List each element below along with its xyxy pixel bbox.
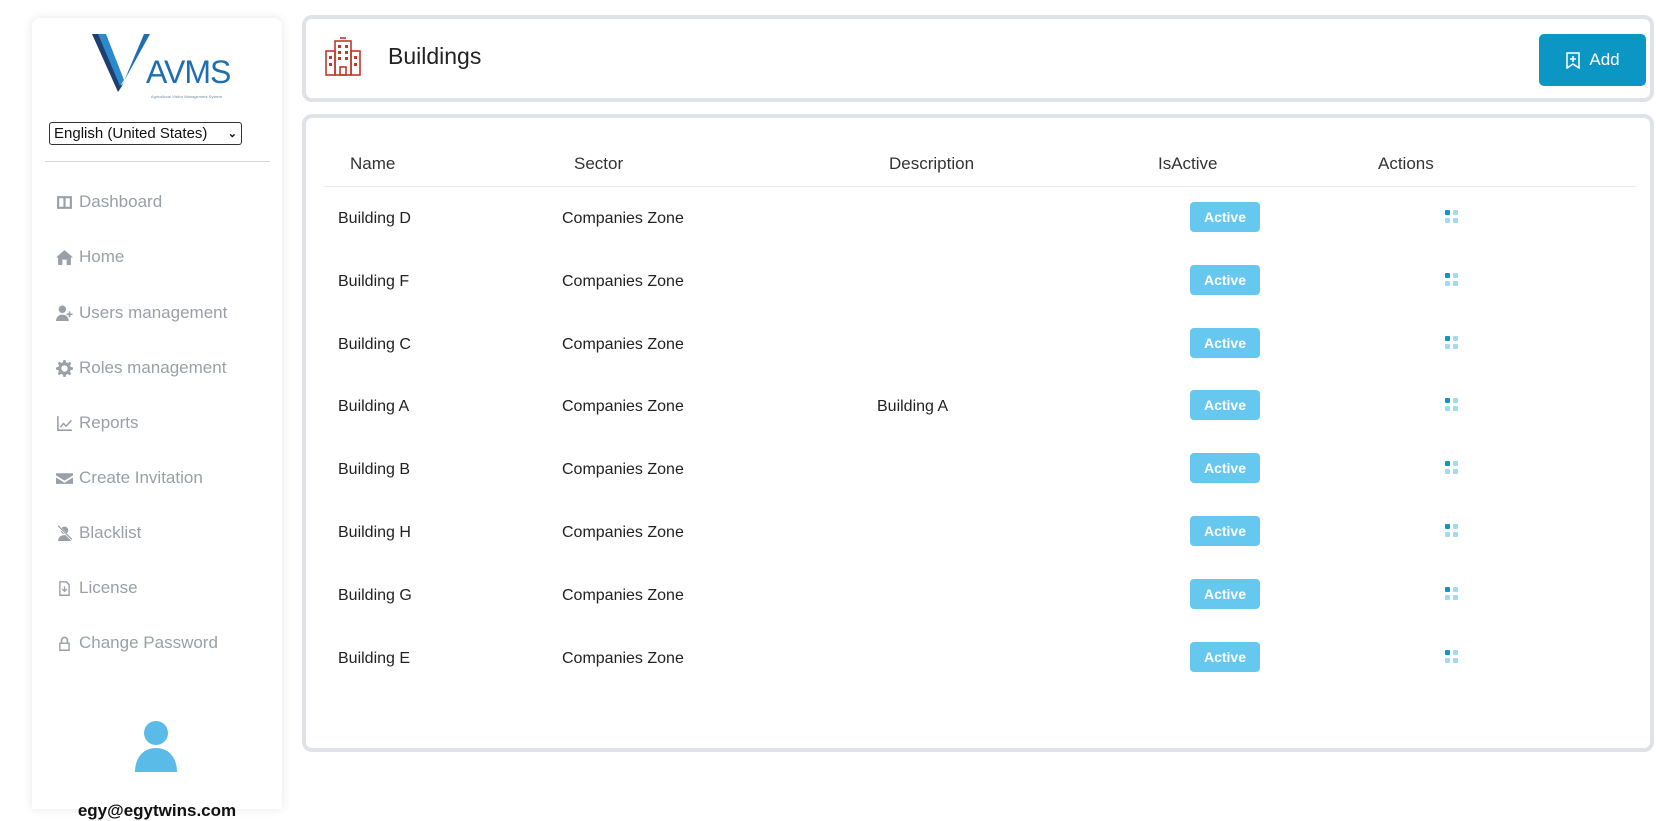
- sidebar-item-label: License: [79, 578, 138, 597]
- table-header-divider: [324, 186, 1636, 187]
- table-row: Building D Companies Zone Active: [306, 200, 1646, 240]
- building-icon: [325, 37, 361, 76]
- user-plus-icon: [56, 305, 73, 321]
- user-email: egy@egytwins.com: [77, 801, 237, 820]
- status-badge: Active: [1190, 516, 1260, 546]
- home-icon: [56, 249, 73, 265]
- chevron-down-icon: ⌄: [227, 128, 237, 140]
- status-badge: Active: [1190, 642, 1260, 672]
- cell-sector: Companies Zone: [562, 398, 684, 415]
- avms-logo: AVMS Agricultural Visitor Management Sys…: [92, 30, 231, 110]
- chart-line-icon: [57, 415, 72, 431]
- sidebar-item-label: Create Invitation: [79, 468, 203, 487]
- actions-menu-icon[interactable]: [1444, 397, 1460, 413]
- avatar-icon: [135, 721, 177, 772]
- sidebar-item-label: Users management: [79, 303, 228, 322]
- actions-menu-icon[interactable]: [1444, 460, 1460, 476]
- cell-name: Building E: [338, 650, 411, 667]
- language-select[interactable]: English (United States) ⌄: [49, 122, 242, 145]
- language-select-value: English (United States): [54, 125, 208, 142]
- cell-sector: Companies Zone: [562, 650, 684, 667]
- gear-icon: [56, 359, 73, 377]
- column-header-name[interactable]: Name: [350, 154, 395, 174]
- sidebar-item-label: Blacklist: [79, 523, 142, 542]
- cell-name: Building F: [338, 273, 410, 290]
- status-badge: Active: [1190, 390, 1260, 420]
- cell-sector: Companies Zone: [562, 273, 684, 290]
- actions-menu-icon[interactable]: [1444, 649, 1460, 665]
- logo-v-mark: [92, 34, 150, 92]
- status-badge: Active: [1190, 328, 1260, 358]
- table-row: Building B Companies Zone Active: [306, 451, 1646, 491]
- sidebar-item-label: Reports: [79, 413, 139, 432]
- column-header-actions: Actions: [1378, 154, 1434, 173]
- bookmark-plus-icon: [1566, 51, 1581, 69]
- sidebar-divider: [45, 161, 270, 162]
- table-row: Building E Companies Zone Active: [306, 640, 1646, 680]
- cell-name: Building G: [338, 587, 412, 604]
- actions-menu-icon[interactable]: [1444, 335, 1460, 351]
- actions-menu-icon[interactable]: [1444, 272, 1460, 288]
- file-download-icon: [59, 580, 70, 596]
- dashboard-icon: [57, 195, 72, 209]
- cell-sector: Companies Zone: [562, 461, 684, 478]
- cell-name: Building C: [338, 336, 411, 353]
- sidebar-item-change-password[interactable]: Change Password: [56, 631, 218, 655]
- sidebar-item-users-management[interactable]: Users management: [56, 301, 227, 325]
- status-badge: Active: [1190, 265, 1260, 295]
- sidebar-item-blacklist[interactable]: Blacklist: [56, 521, 141, 545]
- sidebar-item-create-invitation[interactable]: Create Invitation: [56, 466, 203, 490]
- cell-sector: Companies Zone: [562, 210, 684, 227]
- cell-name: Building B: [338, 461, 411, 478]
- sidebar: AVMS Agricultural Visitor Management Sys…: [32, 18, 282, 820]
- sidebar-item-label: Dashboard: [79, 192, 163, 211]
- page-header: Buildings Add: [302, 15, 1654, 102]
- envelope-icon: [56, 472, 73, 484]
- user-slash-icon: [57, 524, 73, 541]
- cell-sector: Companies Zone: [562, 524, 684, 541]
- sidebar-item-home[interactable]: Home: [56, 245, 124, 269]
- logo-tagline: Agricultural Visitor Management System: [150, 94, 222, 99]
- cell-name: Building A: [338, 398, 410, 415]
- column-header-sector[interactable]: Sector: [574, 154, 623, 174]
- sidebar-item-dashboard[interactable]: Dashboard: [56, 190, 162, 214]
- cell-sector: Companies Zone: [562, 587, 684, 604]
- add-button-label: Add: [1589, 50, 1620, 69]
- sidebar-item-reports[interactable]: Reports: [56, 411, 139, 435]
- table-row: Building F Companies Zone Active: [306, 263, 1646, 303]
- column-header-isactive[interactable]: IsActive: [1158, 154, 1218, 174]
- logo-text: AVMS: [146, 54, 231, 90]
- actions-menu-icon[interactable]: [1444, 209, 1460, 225]
- sidebar-item-license[interactable]: License: [56, 576, 138, 600]
- sidebar-item-label: Home: [79, 247, 125, 266]
- lock-icon: [59, 636, 70, 651]
- status-badge: Active: [1190, 579, 1260, 609]
- cell-description: Building A: [877, 398, 949, 415]
- actions-menu-icon[interactable]: [1444, 523, 1460, 539]
- table-row: Building C Companies Zone Active: [306, 326, 1646, 366]
- actions-menu-icon[interactable]: [1444, 586, 1460, 602]
- sidebar-item-label: Roles management: [79, 358, 227, 377]
- cell-name: Building D: [338, 210, 411, 227]
- page-title: Buildings: [388, 43, 482, 69]
- table-row: Building H Companies Zone Active: [306, 514, 1646, 554]
- cell-sector: Companies Zone: [562, 336, 684, 353]
- cell-name: Building H: [338, 524, 411, 541]
- sidebar-item-roles-management[interactable]: Roles management: [56, 356, 226, 380]
- sidebar-item-label: Change Password: [79, 633, 218, 652]
- status-badge: Active: [1190, 453, 1260, 483]
- buildings-table: Name Sector Description IsActive Actions…: [302, 114, 1654, 752]
- table-row: Building G Companies Zone Active: [306, 577, 1646, 617]
- add-button[interactable]: Add: [1539, 34, 1646, 86]
- column-header-description[interactable]: Description: [889, 154, 974, 174]
- table-row: Building A Companies Zone Building A Active: [306, 388, 1646, 428]
- status-badge: Active: [1190, 202, 1260, 232]
